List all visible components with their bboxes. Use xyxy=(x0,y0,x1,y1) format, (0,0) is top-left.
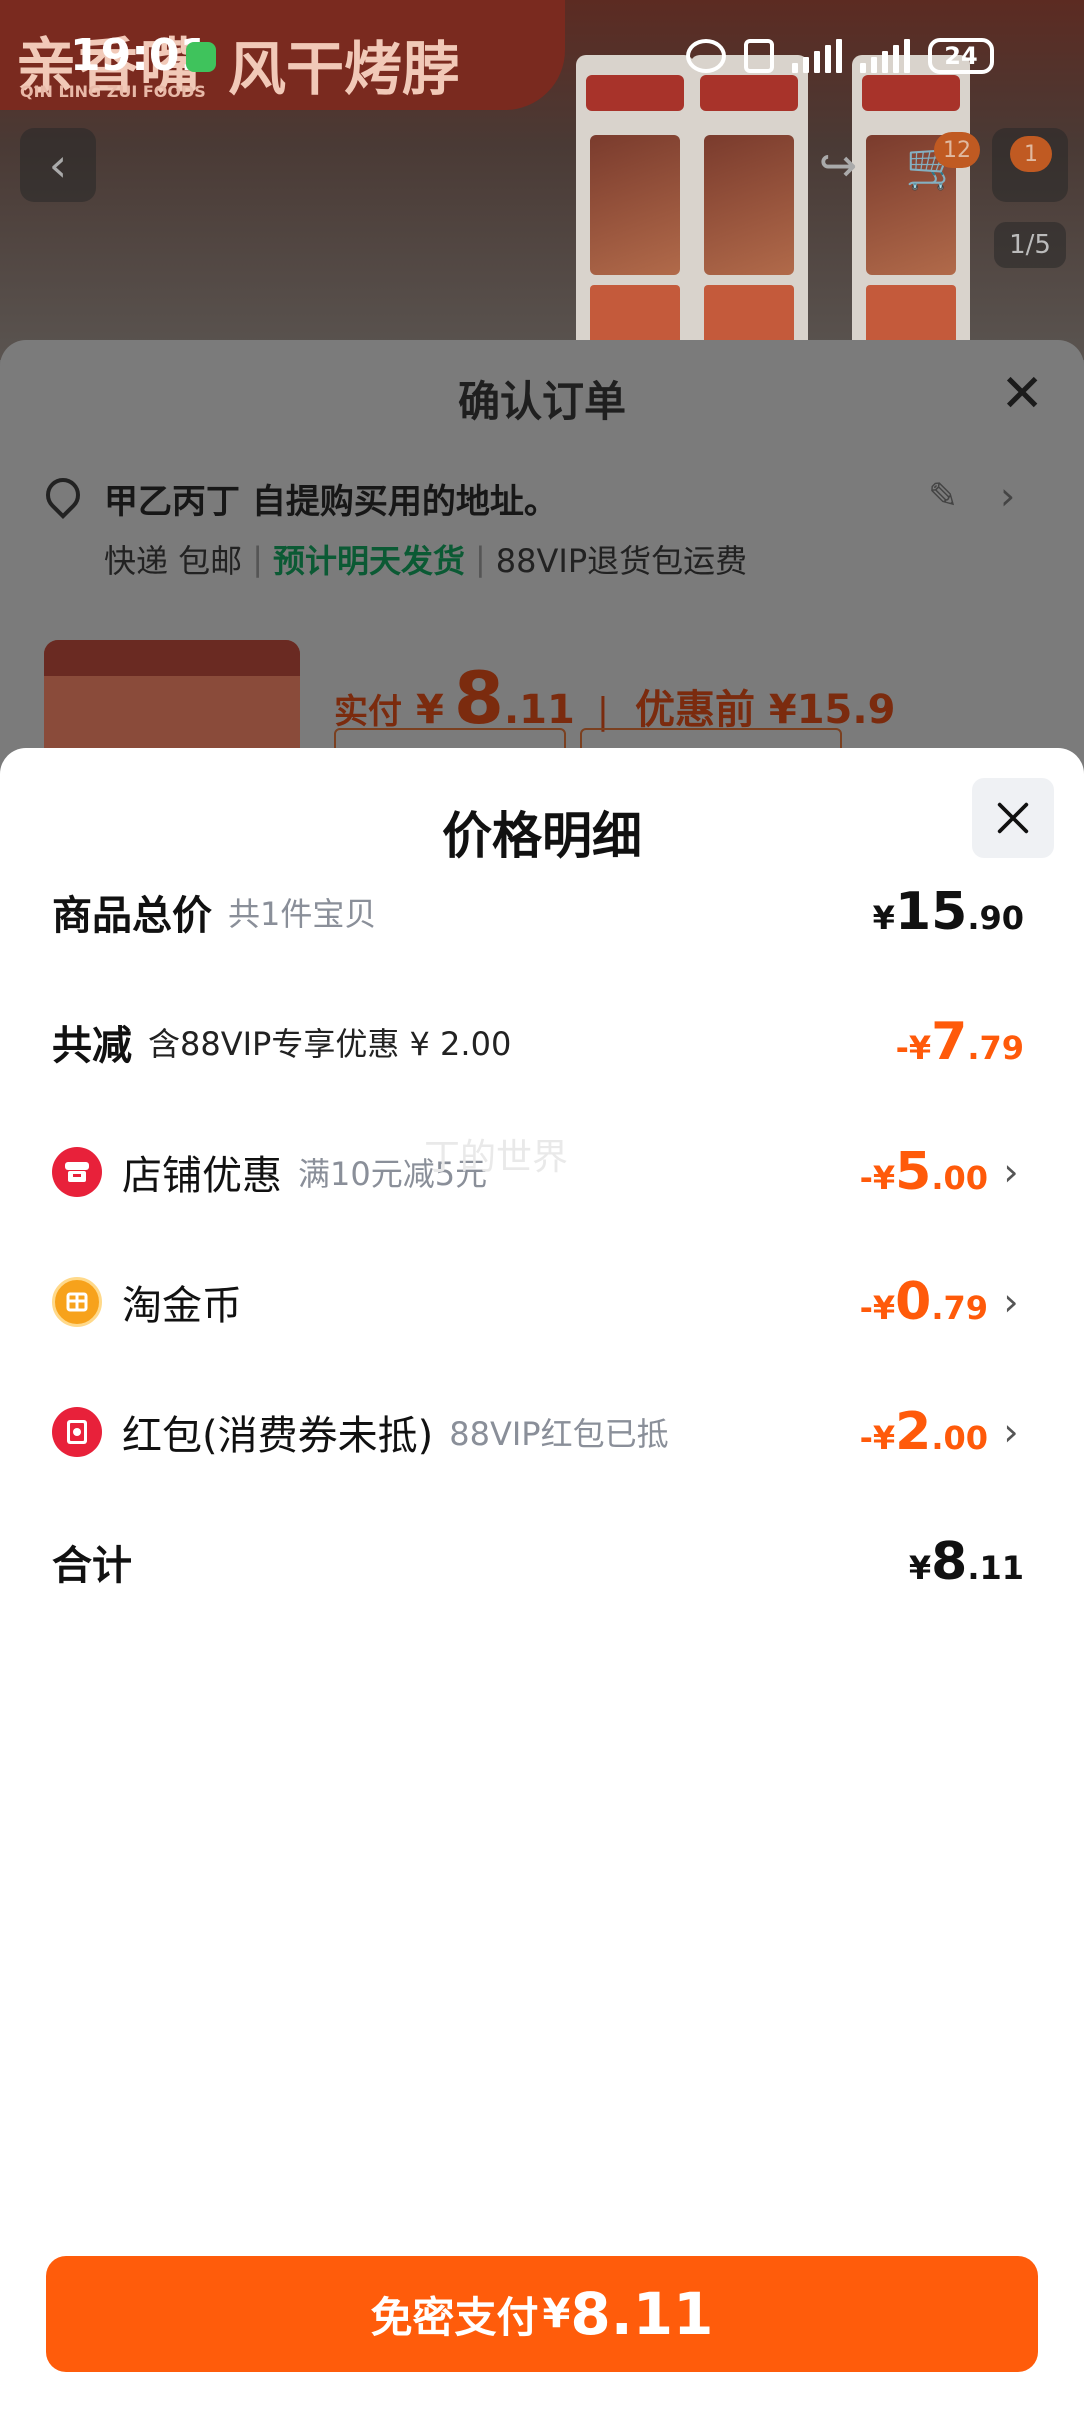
shop-icon xyxy=(52,1147,102,1197)
shipping-eta: 预计明天发货 xyxy=(272,542,465,580)
row-title: 店铺优惠 xyxy=(122,1153,282,1199)
row-discount: 共减 含88VIP专享优惠 ¥ 2.00 -¥ 7.79 xyxy=(0,1002,1084,1082)
message-badge: 1 xyxy=(1010,136,1052,172)
signal-icon xyxy=(860,39,910,73)
row-amount: -¥ 2.00 xyxy=(859,1402,988,1462)
row-subtitle: 88VIP红包已抵 xyxy=(449,1415,669,1453)
share-icon[interactable]: ↪ xyxy=(800,128,876,202)
photo-counter: 1/5 xyxy=(994,222,1066,268)
row-amount: -¥ 7.79 xyxy=(895,1012,1024,1072)
edit-icon[interactable]: ✎ xyxy=(928,476,958,517)
pay-button-amount: 8.11 xyxy=(570,2280,714,2348)
row-total: 商品总价 共1件宝贝 ¥15.90 xyxy=(0,872,1084,952)
close-icon[interactable]: ✕ xyxy=(1000,364,1044,424)
row-subtitle: 共1件宝贝 xyxy=(228,895,377,933)
before-discount: 优惠前 ¥15.9 xyxy=(634,687,896,733)
row-amount: ¥15.90 xyxy=(872,882,1024,942)
coin-icon xyxy=(52,1277,102,1327)
status-bar: 19:01 24 xyxy=(0,0,1084,110)
chevron-right-icon: › xyxy=(1003,1410,1019,1454)
row-title: 淘金币 xyxy=(122,1283,242,1329)
row-red-packet[interactable]: 红包(消费券未抵) 88VIP红包已抵 -¥ 2.00 › xyxy=(0,1392,1084,1472)
pay-button-currency: ¥ xyxy=(542,2291,571,2337)
price-detail-sheet: 价格明细 商品总价 共1件宝贝 ¥15.90 共减 含88VIP专享优惠 ¥ 2… xyxy=(0,748,1084,2412)
battery-icon: 24 xyxy=(928,38,994,74)
location-icon xyxy=(38,470,88,520)
wechat-notification-icon xyxy=(186,42,216,72)
signal-icon xyxy=(792,39,842,73)
back-button[interactable]: ‹ xyxy=(20,128,96,202)
close-icon xyxy=(997,802,1029,834)
chevron-right-icon: › xyxy=(1003,1280,1019,1324)
shipping-method: 快递 包邮 xyxy=(104,542,243,580)
close-button[interactable] xyxy=(972,778,1054,858)
chevron-right-icon[interactable]: › xyxy=(1000,474,1015,518)
row-sum: 合计 ¥8.11 xyxy=(0,1522,1084,1602)
pay-button[interactable]: 免密支付 ¥ 8.11 xyxy=(46,2256,1038,2372)
row-amount: -¥ 0.79 xyxy=(859,1272,988,1332)
row-title: 商品总价 xyxy=(52,893,212,939)
row-title: 共减 xyxy=(52,1023,132,1069)
pay-button-label: 免密支付 xyxy=(370,2292,539,2342)
row-subtitle: 含88VIP专享优惠 ¥ 2.00 xyxy=(148,1025,512,1063)
row-title: 合计 xyxy=(52,1543,132,1589)
confirm-order-sheet: 确认订单 ✕ 甲乙丙丁 自提购买用的地址。 ✎ › 快递 包邮 | 预计明天发货… xyxy=(0,340,1084,810)
shipping-info: 快递 包邮 | 预计明天发货 | 88VIP退货包运费 xyxy=(104,536,747,582)
pay-label: 实付 xyxy=(334,692,402,732)
row-amount: ¥8.11 xyxy=(908,1532,1024,1592)
sheet-title: 价格明细 xyxy=(442,807,642,865)
row-amount: -¥ 5.00 xyxy=(859,1142,988,1202)
vibrate-icon xyxy=(744,39,774,73)
order-title: 确认订单 xyxy=(457,377,626,426)
red-packet-icon xyxy=(52,1407,102,1457)
alarm-icon xyxy=(686,39,726,73)
return-shipping: 88VIP退货包运费 xyxy=(495,542,748,580)
row-taojin-coin[interactable]: 淘金币 -¥ 0.79 › xyxy=(0,1262,1084,1342)
chevron-right-icon: › xyxy=(1003,1150,1019,1194)
watermark: 丁的世界 xyxy=(424,1137,569,1178)
delivery-address[interactable]: 甲乙丙丁 自提购买用的地址。 xyxy=(104,474,558,523)
cart-badge: 12 xyxy=(934,132,980,168)
row-title: 红包(消费券未抵) xyxy=(122,1413,434,1459)
